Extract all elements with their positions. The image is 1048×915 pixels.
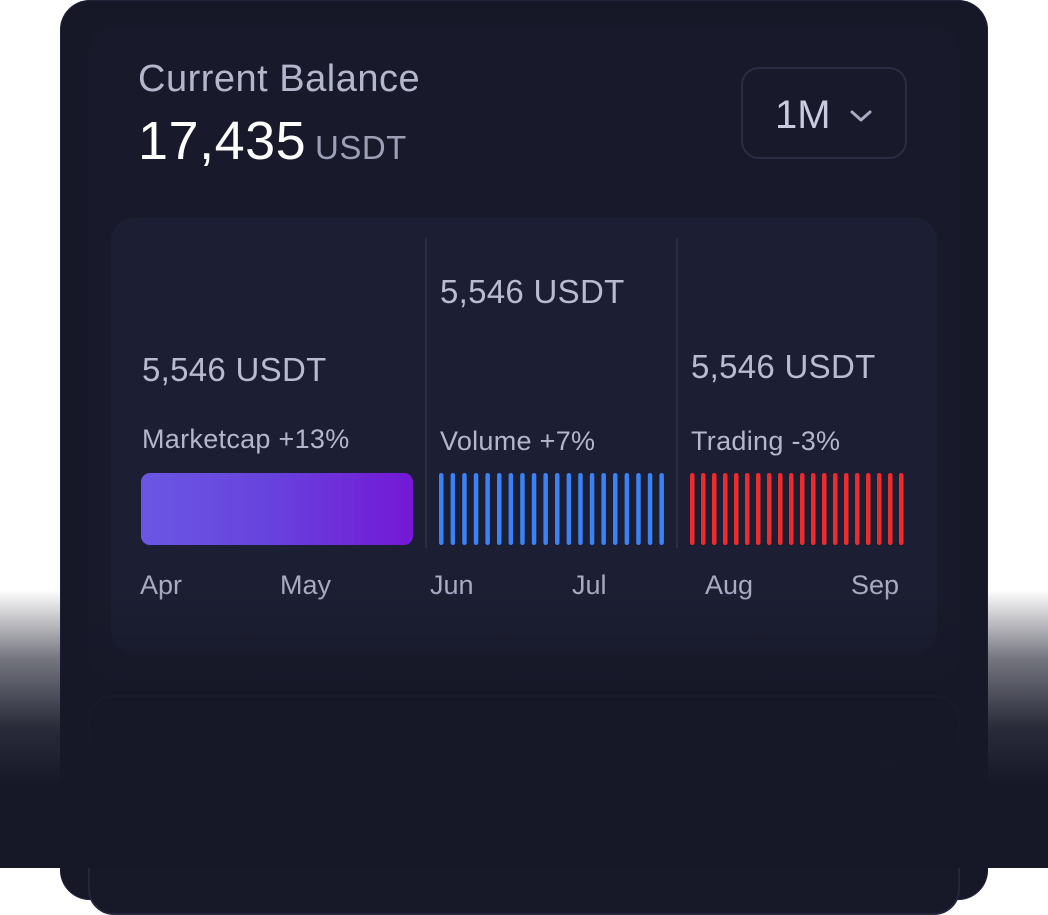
month-label: Sep	[851, 570, 900, 600]
bar-stripe	[531, 473, 537, 545]
bar-stripe	[485, 473, 490, 545]
trading-value: 5,546 USDT	[691, 348, 876, 385]
bar-stripe	[855, 473, 860, 545]
balance-amount: 17,435	[138, 111, 307, 171]
bar-stripe	[767, 473, 772, 545]
balance-title: Current Balance	[138, 58, 421, 100]
bar-stripe	[462, 473, 467, 545]
bar-stripe	[659, 473, 664, 545]
volume-label: Volume +7%	[440, 426, 596, 456]
trading-label: Trading -3%	[691, 426, 841, 456]
month-label: Apr	[140, 570, 183, 600]
bar-stripe	[543, 473, 548, 545]
bar-stripe	[822, 473, 827, 545]
bar-stripe	[833, 473, 838, 545]
segment-divider	[676, 238, 678, 548]
bar-stripe	[520, 473, 525, 545]
bar-stripe	[745, 473, 750, 545]
trading-bar	[690, 473, 904, 545]
bar-stripe	[624, 473, 630, 545]
deposits-title: Your Deposits	[138, 756, 312, 787]
bar-stripe	[866, 473, 871, 545]
bar-stripe	[473, 473, 479, 545]
bar-stripe	[734, 473, 739, 545]
bar-stripe	[756, 473, 761, 545]
bar-stripe	[723, 473, 728, 545]
bar-stripe	[601, 473, 606, 545]
bar-stripe	[578, 473, 583, 545]
page-margin-left	[0, 0, 60, 868]
bar-stripe	[566, 473, 572, 545]
deposits-open-button[interactable]	[855, 744, 911, 800]
bar-stripe	[589, 473, 595, 545]
bar-stripe	[690, 473, 695, 545]
bar-stripe	[555, 473, 560, 545]
chevron-down-icon	[850, 110, 872, 122]
bar-stripe	[647, 473, 653, 545]
bar-stripe	[811, 473, 816, 545]
volume-value: 5,546 USDT	[440, 273, 625, 310]
bar-stripe	[789, 473, 794, 545]
bar-stripe	[497, 473, 502, 545]
bar-stripe	[888, 473, 893, 545]
period-selector-value: 1M	[775, 93, 831, 137]
month-label: Jul	[572, 570, 607, 600]
marketcap-bar	[141, 473, 413, 545]
bar-stripe	[636, 473, 641, 545]
marketcap-label: Marketcap +13%	[142, 424, 350, 454]
month-label: May	[280, 570, 332, 600]
bar-stripe	[844, 473, 849, 545]
bar-stripe	[877, 473, 882, 545]
month-label: Jun	[430, 570, 474, 600]
month-label: Aug	[705, 570, 754, 600]
bar-stripe	[800, 473, 805, 545]
bar-stripe	[450, 473, 456, 545]
bar-stripe	[778, 473, 783, 545]
bar-stripe	[701, 473, 706, 545]
deposits-card[interactable]	[88, 695, 960, 915]
segment-divider	[425, 238, 427, 548]
bar-stripe	[508, 473, 514, 545]
bar-stripe	[899, 473, 904, 545]
balance-unit: USDT	[315, 129, 407, 166]
marketcap-value: 5,546 USDT	[142, 351, 327, 388]
bar-stripe	[712, 473, 717, 545]
volume-bar	[439, 473, 664, 545]
bar-stripe	[613, 473, 618, 545]
page-margin-right	[988, 0, 1048, 868]
arrow-up-right-icon	[871, 761, 894, 784]
bar-stripe	[439, 473, 444, 545]
period-selector-button[interactable]: 1M	[741, 67, 907, 159]
